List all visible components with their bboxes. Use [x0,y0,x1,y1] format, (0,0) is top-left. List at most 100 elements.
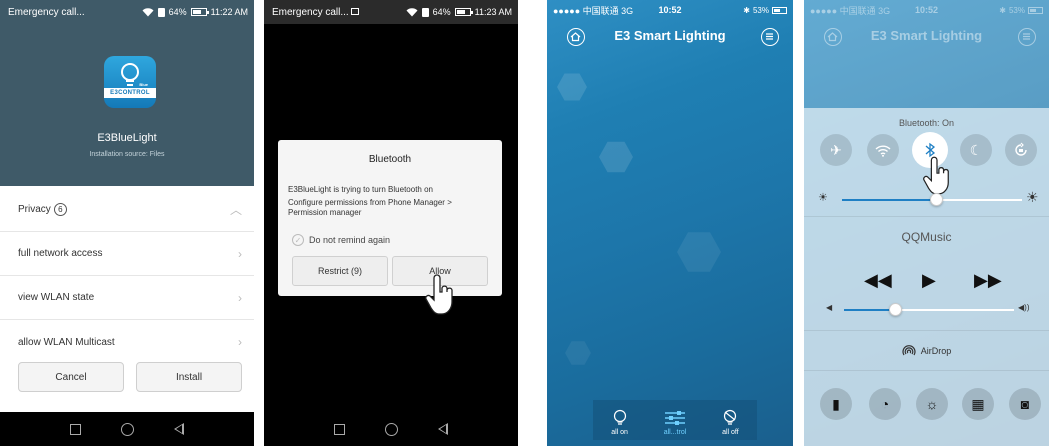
tab-all-on[interactable]: all on [611,409,629,436]
camera-button[interactable]: ◙ [1009,388,1041,420]
battery-percent: 53% [752,5,769,15]
wifi-icon [406,7,418,17]
control-center-screen: ●●●●● 中国联通 3G 10:52 ✱ 53% E3 Smart Light… [804,0,1049,446]
status-text: Emergency call... [8,6,85,18]
permissions-header[interactable]: Privacy 6 ︿ [0,188,254,232]
app-title: E3 Smart Lighting [870,28,983,43]
decor-hexagon [565,341,591,365]
chevron-right-icon: › [238,290,242,305]
wifi-toggle[interactable] [867,134,899,166]
control-center: Bluetooth: On ✈ ☾ ☀ ☀ QQMusic ◀◀ ▶ ▶▶ ◀ [804,108,1049,446]
flashlight-button[interactable]: ▮ [820,388,852,420]
camera-icon: ◙ [1020,396,1030,412]
divider [804,330,1049,331]
dialog-title: Bluetooth [368,154,412,165]
permissions-title: Privacy 6 [18,203,67,216]
status-text: Emergency call... [272,7,360,18]
bluetooth-icon: ✱ [999,5,1006,15]
battery-percent: 64% [168,7,187,17]
tab-all-control[interactable]: all...trol [664,409,686,436]
do-not-disturb-toggle[interactable]: ☾ [960,134,992,166]
flashlight-icon: ▮ [832,395,840,412]
tab-all-off[interactable]: all off [721,409,739,436]
recents-button[interactable] [334,423,345,435]
brightness-slider[interactable] [842,193,1022,206]
home-button[interactable] [385,422,398,436]
back-button[interactable] [174,423,184,435]
volume-low-icon: ◀ [826,303,833,312]
tab-bar: all on all...trol all off [593,400,757,440]
forward-icon: ▶▶ [974,270,1002,290]
check-icon: ✓ [292,234,304,246]
menu-icon [1018,28,1036,46]
brightness-high-icon: ☀ [1026,189,1039,205]
install-source: Installation source: Files [89,151,165,158]
rewind-button[interactable]: ◀◀ [864,270,892,291]
battery-icon [454,8,473,16]
lighting-app-screen: ●●●●● 中国联通 3G 10:52 ✱ 53% E3 Smart Light… [547,0,793,446]
volume-high-icon: ◀)) [1018,303,1030,312]
play-icon: ▶ [922,270,936,290]
bluetooth-dialog: Bluetooth E3BlueLight is trying to turn … [278,140,502,296]
decor-hexagon [677,232,721,272]
nav-bar [0,412,254,446]
music-title: QQMusic [901,230,952,244]
calculator-button[interactable]: ▦ [962,388,994,420]
dialog-message: E3BlueLight is trying to turn Bluetooth … [288,185,433,194]
bulb-off-icon [724,409,737,425]
airdrop-icon [902,345,916,356]
airdrop-button[interactable]: AirDrop [804,344,1049,358]
volume-knob[interactable] [889,303,902,316]
forward-button[interactable]: ▶▶ [974,270,1002,291]
permission-label: view WLAN state [18,292,95,303]
battery-percent: 64% [432,7,451,17]
status-bar: ●●●●● 中国联通 3G 10:52 ✱ 53% [547,0,793,20]
restrict-button[interactable]: Restrict (9) [292,256,388,286]
permission-item[interactable]: full network access › [0,232,254,276]
pointer-hand-icon [425,274,453,315]
rewind-icon: ◀◀ [864,270,892,290]
cancel-button[interactable]: Cancel [18,362,124,392]
permission-item[interactable]: view WLAN state › [0,276,254,320]
divider [804,216,1049,217]
volume-slider[interactable] [844,303,1014,316]
sliders-icon [664,411,685,425]
volume-fill [844,309,895,311]
battery-icon [772,6,787,14]
moon-icon: ☾ [969,141,983,158]
airplane-toggle[interactable]: ✈ [820,134,852,166]
installer-screen: Emergency call... 64% 11:22 AM Blue E3CO… [0,0,254,446]
permissions-count: 6 [53,203,67,216]
app-icon: Blue E3CONTROL [104,56,156,108]
carrier-text: ●●●●● 中国联通 3G [553,5,634,16]
bulb-icon [121,63,139,86]
remind-checkbox[interactable]: ✓ Do not remind again [292,234,390,246]
status-bar: Emergency call... 64% 11:23 AM [264,0,518,24]
recents-button[interactable] [70,423,81,435]
tab-label: all on [611,429,628,436]
dialog-body: E3BlueLight is trying to turn Bluetooth … [288,185,492,218]
night-shift-button[interactable]: ☼ [916,388,948,420]
brightness-fill [842,199,936,201]
app-title: E3 Smart Lighting [614,28,726,43]
rotation-lock-toggle[interactable] [1005,134,1037,166]
home-button[interactable] [121,422,134,436]
rotation-lock-icon [1015,142,1027,156]
battery-percent: 53% [1008,5,1025,15]
status-bar: ●●●●● 中国联通 3G 10:52 ✱ 53% [804,0,1049,20]
installer-header: Emergency call... 64% 11:22 AM Blue E3CO… [0,0,254,186]
bluetooth-icon: ✱ [743,5,750,15]
install-button[interactable]: Install [136,362,242,392]
brightness-low-icon: ☀ [818,192,828,204]
timer-button[interactable]: ◔ [869,388,901,420]
timer-icon: ◔ [880,396,890,412]
play-button[interactable]: ▶ [922,270,936,291]
chevron-right-icon: › [238,335,242,349]
brightness-knob[interactable] [929,193,943,206]
permission-label: full network access [18,248,103,259]
menu-icon[interactable] [761,28,779,46]
back-button[interactable] [438,423,448,435]
sun-icon: ☼ [925,396,939,412]
app-name: E3BlueLight [97,132,157,144]
action-bar: Cancel Install [0,358,254,412]
